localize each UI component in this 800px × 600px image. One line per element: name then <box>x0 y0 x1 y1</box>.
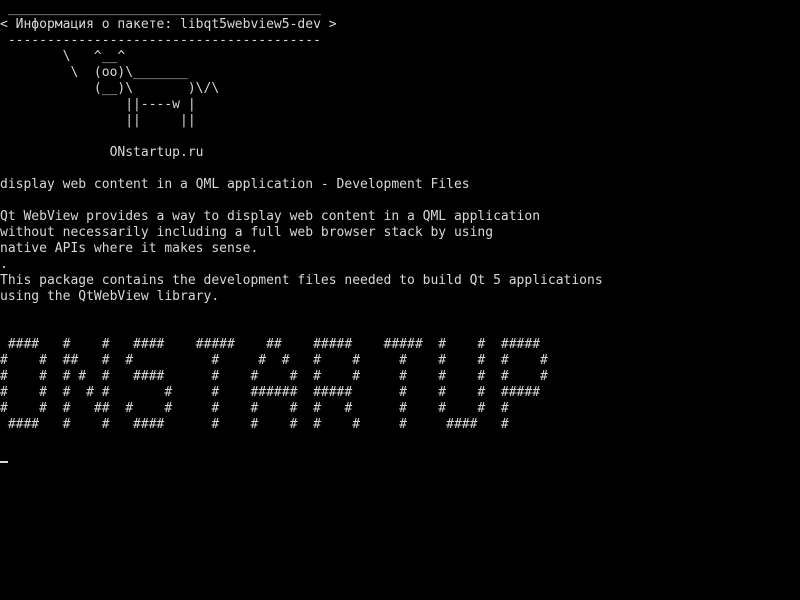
ascii-banner-row: # # # # # #### # # # # # # # # # # <box>0 369 548 384</box>
package-description-line: This package contains the development fi… <box>0 273 603 288</box>
cow-art-line: || || <box>0 113 196 128</box>
package-description-line: without necessarily including a full web… <box>0 225 494 240</box>
ascii-banner-row: #### # # #### # # # # # # #### # <box>0 417 509 432</box>
cow-art-line: \ (oo)\_______ <box>0 65 188 80</box>
ascii-banner-row: # # # # # # # ###### ##### # # # ##### <box>0 385 541 400</box>
package-description-line: . <box>0 257 8 272</box>
cowsay-border-bottom: ---------------------------------------- <box>0 33 321 48</box>
package-description-line: using the QtWebView library. <box>0 289 220 304</box>
cow-art-line: (__)\ )\/\ <box>0 81 220 96</box>
package-description-line: Qt WebView provides a way to display web… <box>0 209 541 224</box>
cowsay-border-top: ________________________________________ <box>0 1 321 16</box>
terminal-cursor <box>0 461 8 463</box>
ascii-banner-row: #### # # #### ##### ## ##### ##### # # #… <box>0 337 541 352</box>
cow-art-line: \ ^__^ <box>0 49 126 64</box>
terminal-window[interactable]: ________________________________________… <box>0 0 800 600</box>
cowsay-message: < Информация о пакете: libqt5webview5-de… <box>0 17 337 32</box>
cow-art-line: ||----w | <box>0 97 196 112</box>
site-name: ONstartup.ru <box>0 145 204 160</box>
package-summary: display web content in a QML application… <box>0 177 470 192</box>
ascii-banner-row: # # ## # # # # # # # # # # # # <box>0 353 548 368</box>
ascii-banner-row: # # # ## # # # # # # # # # # # <box>0 401 509 416</box>
package-description-line: native APIs where it makes sense. <box>0 241 259 256</box>
terminal-screen[interactable]: ________________________________________… <box>0 0 800 600</box>
